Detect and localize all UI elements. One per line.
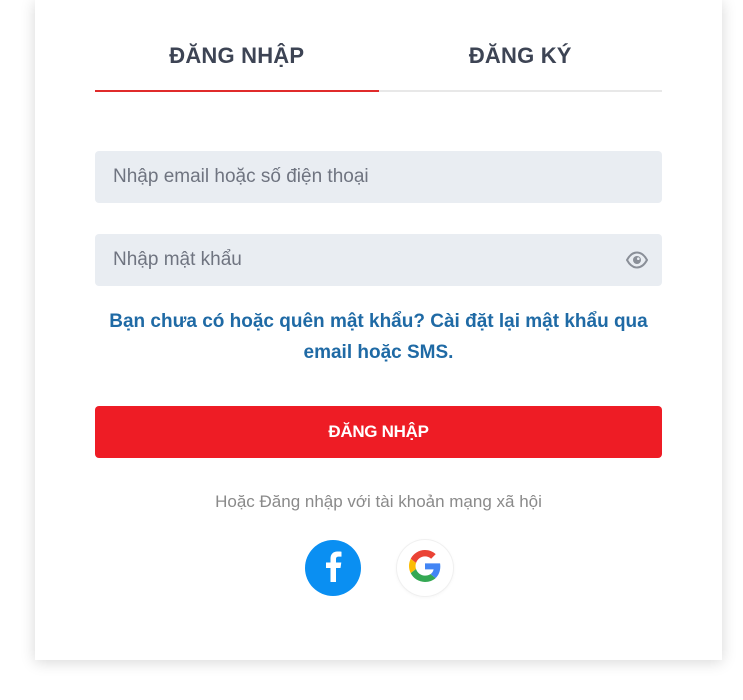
google-login-button[interactable]: [397, 540, 453, 596]
tab-register[interactable]: ĐĂNG KÝ: [379, 30, 663, 90]
eye-icon[interactable]: [625, 250, 649, 270]
facebook-icon: [323, 550, 343, 587]
email-field-wrapper: [95, 151, 662, 203]
auth-tabs: ĐĂNG NHẬP ĐĂNG KÝ: [95, 30, 662, 92]
tab-login[interactable]: ĐĂNG NHẬP: [95, 30, 379, 92]
email-field[interactable]: [95, 151, 662, 203]
forgot-password-link[interactable]: Bạn chưa có hoặc quên mật khẩu? Cài đặt …: [85, 306, 672, 368]
social-login-prompt: Hoặc Đăng nhập với tài khoản mạng xã hội: [215, 492, 542, 511]
login-card: ĐĂNG NHẬP ĐĂNG KÝ Bạn chưa có hoặc quên …: [35, 0, 722, 660]
google-icon: [409, 549, 441, 587]
password-field[interactable]: [95, 234, 662, 286]
facebook-login-button[interactable]: [305, 540, 361, 596]
password-field-wrapper: [95, 234, 662, 286]
login-button[interactable]: ĐĂNG NHẬP: [95, 406, 662, 458]
